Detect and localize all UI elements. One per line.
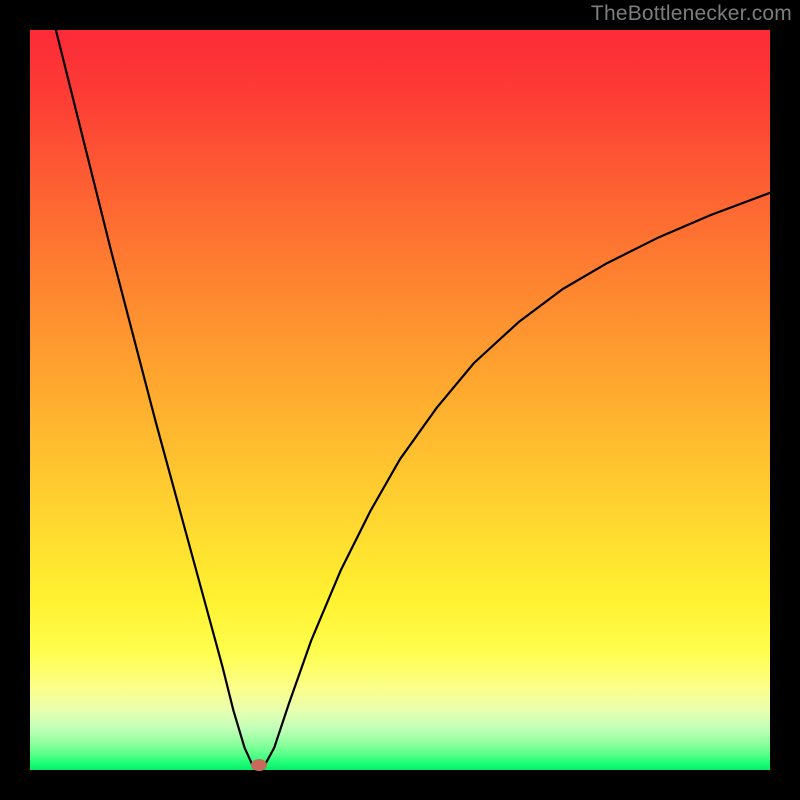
optimum-marker bbox=[251, 759, 267, 771]
watermark-text: TheBottlenecker.com bbox=[591, 2, 792, 26]
chart-frame: TheBottlenecker.com bbox=[0, 0, 800, 800]
curve-svg bbox=[30, 30, 770, 770]
plot-area bbox=[30, 30, 770, 770]
bottleneck-curve bbox=[56, 30, 770, 766]
